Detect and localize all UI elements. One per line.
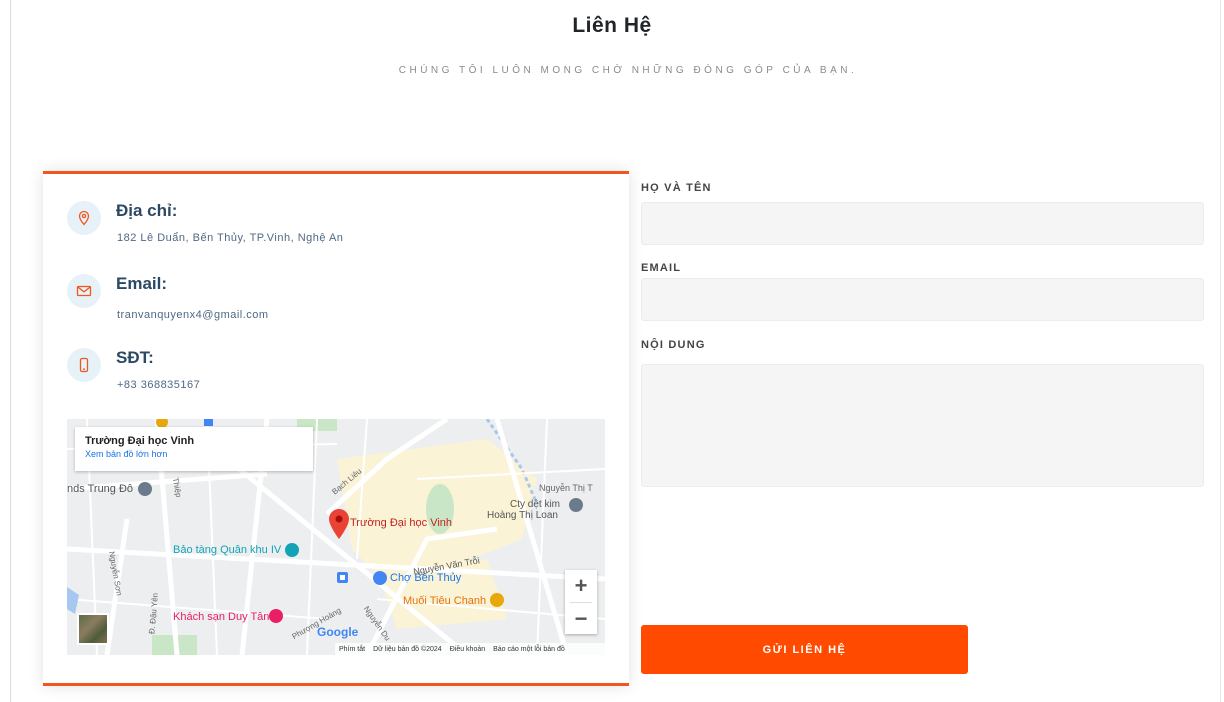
map-label-restaurant[interactable]: Muối Tiêu Chanh — [403, 595, 486, 607]
page-subtitle: CHÚNG TÔI LUÔN MONG CHỜ NHỮNG ĐÓNG GÓP C… — [398, 65, 858, 76]
email-item: Email: tranvanquyenx4@gmail.com — [67, 274, 607, 334]
page-title: Liên Hệ — [572, 14, 652, 37]
email-label: Email: — [116, 274, 168, 293]
submit-button[interactable]: GỬI LIÊN HỆ — [641, 625, 968, 674]
page-left-border — [10, 0, 11, 702]
name-input[interactable] — [641, 202, 1204, 245]
zoom-out-button[interactable]: − — [565, 603, 597, 635]
map-label-hotel[interactable]: Khách sạn Duy Tân — [173, 611, 269, 623]
phone-item: SĐT: +83 368835167 — [67, 348, 607, 408]
page-right-border — [1220, 0, 1221, 702]
map-shortcuts-link[interactable]: Phím tắt — [339, 646, 365, 653]
address-value: 182 Lê Duẩn, Bến Thủy, TP.Vinh, Nghệ An — [117, 232, 344, 244]
message-label: NỘI DUNG — [641, 339, 706, 351]
address-item: Địa chỉ: 182 Lê Duẩn, Bến Thủy, TP.Vinh,… — [67, 201, 607, 261]
map-street-nguyen-thi: Nguyễn Thị T — [539, 483, 593, 493]
map-terms-link[interactable]: Điều khoản — [450, 646, 485, 653]
message-textarea[interactable] — [641, 364, 1204, 487]
map-place-name: Trường Đại học Vinh — [85, 435, 195, 447]
map-marker-label[interactable]: Trường Đại học Vinh — [350, 517, 452, 529]
embedded-map[interactable]: Trường Đại học Vinh Xem bản đồ lớn hơn T… — [67, 419, 605, 655]
map-label-museum[interactable]: Bảo tàng Quân khu IV — [173, 544, 281, 556]
map-place-card: Trường Đại học Vinh Xem bản đồ lớn hơn — [75, 427, 313, 471]
map-pin-icon — [67, 201, 101, 235]
envelope-icon — [67, 274, 101, 308]
contact-info-card: Địa chỉ: 182 Lê Duẩn, Bến Thủy, TP.Vinh,… — [43, 171, 629, 686]
phone-label: SĐT: — [116, 348, 154, 367]
map-label-factory-1[interactable]: Cty dệt kim — [510, 499, 560, 510]
address-label: Địa chỉ: — [116, 201, 178, 220]
email-label-form: EMAIL — [641, 262, 682, 274]
map-data-attribution: Dữ liệu bản đồ ©2024 — [373, 645, 442, 653]
satellite-toggle-button[interactable] — [77, 613, 109, 645]
map-zoom-control: + − — [565, 570, 597, 634]
map-footer: Phím tắt Dữ liệu bản đồ ©2024 Điều khoản… — [335, 643, 605, 655]
name-label: HỌ VÀ TÊN — [641, 182, 712, 194]
google-logo: Google — [317, 625, 359, 639]
map-report-link[interactable]: Báo cáo một lỗi bản đồ — [493, 646, 565, 653]
zoom-in-button[interactable]: + — [565, 570, 597, 602]
email-input[interactable] — [641, 278, 1204, 321]
map-label-factory-2[interactable]: Hoàng Thị Loan — [487, 510, 558, 521]
map-label-left-edge[interactable]: nds Trung Đô — [67, 483, 133, 495]
email-value: tranvanquyenx4@gmail.com — [117, 309, 269, 321]
phone-value: +83 368835167 — [117, 379, 201, 391]
phone-icon — [67, 348, 101, 382]
larger-map-link[interactable]: Xem bản đồ lớn hơn — [85, 449, 303, 459]
